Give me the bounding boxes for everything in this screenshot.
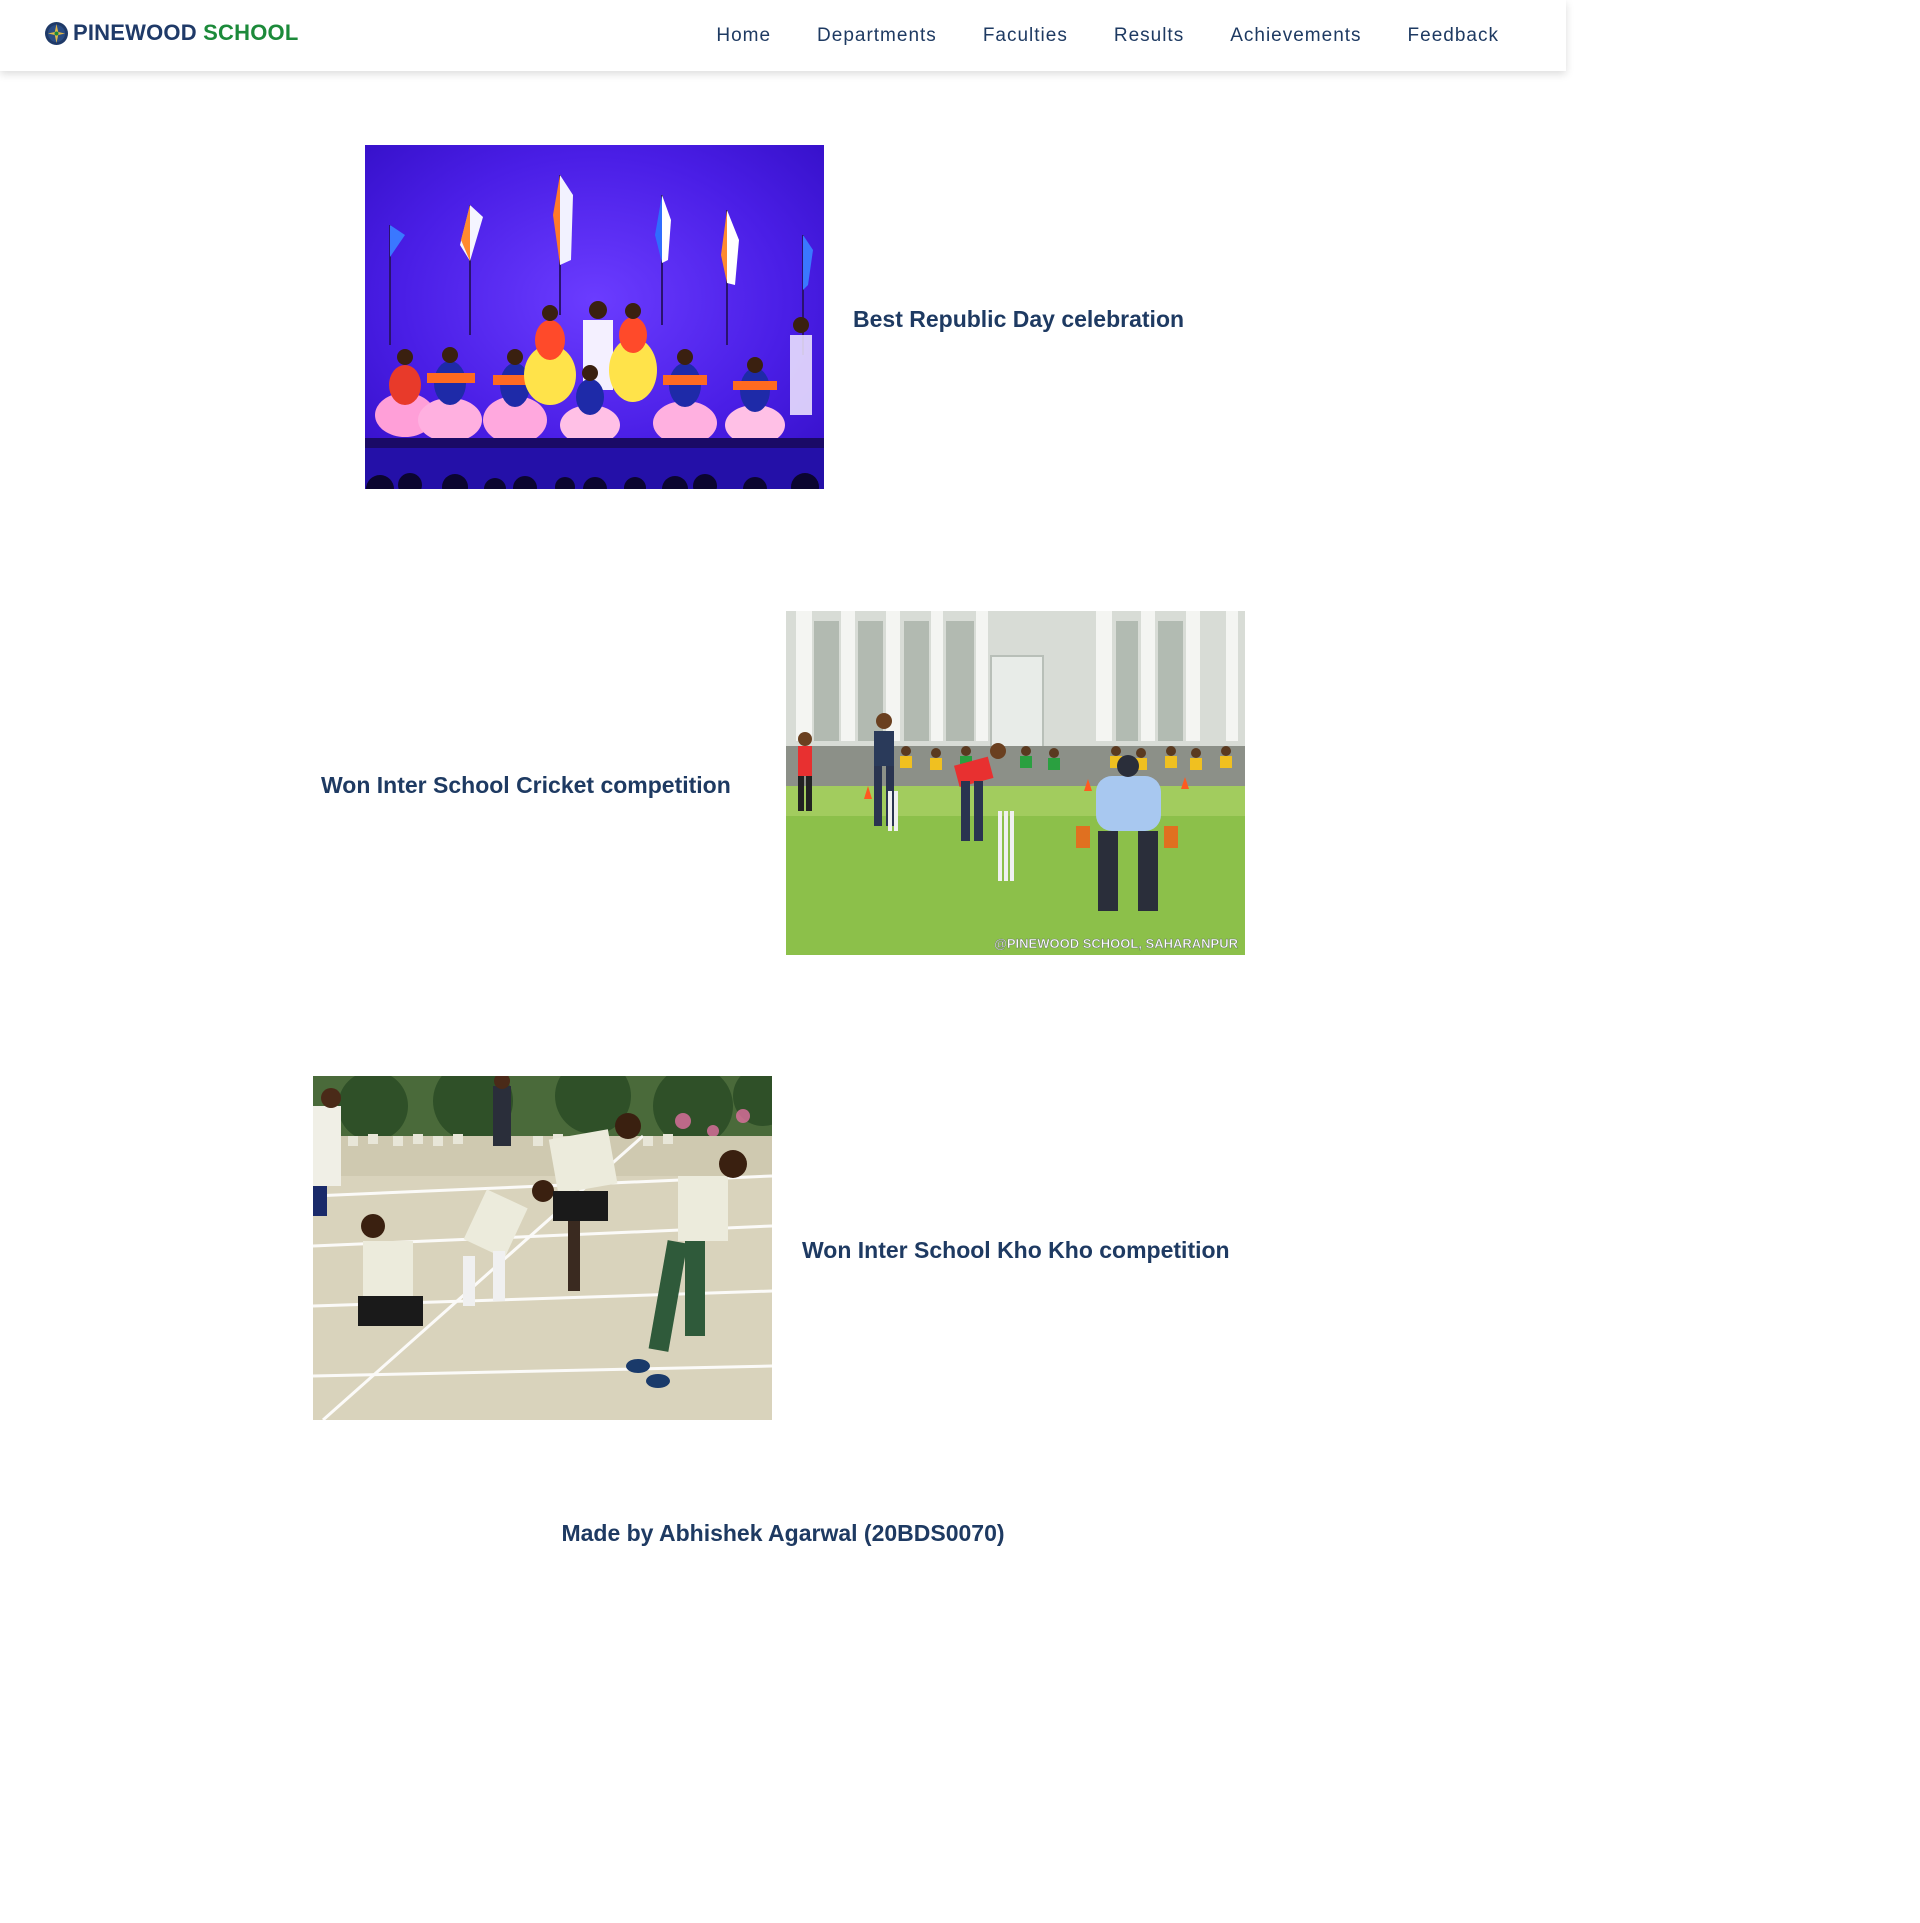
republic-day-photo: [365, 145, 824, 489]
nav-link-home[interactable]: Home: [716, 0, 771, 71]
cricket-photo-watermark: @PINEWOOD SCHOOL, SAHARANPUR: [994, 936, 1238, 951]
cricket-photo: @PINEWOOD SCHOOL, SAHARANPUR: [786, 611, 1245, 955]
achievement-caption-cricket: Won Inter School Cricket competition: [321, 772, 731, 798]
nav-link-feedback[interactable]: Feedback: [1408, 0, 1499, 71]
kho-kho-photo: [313, 1076, 772, 1420]
nav-link-faculties[interactable]: Faculties: [983, 0, 1068, 71]
nav-link-departments[interactable]: Departments: [817, 0, 937, 71]
nav-link-achievements[interactable]: Achievements: [1230, 0, 1361, 71]
brand-logo-link[interactable]: PINEWOOD SCHOOL: [44, 17, 298, 49]
achievement-caption-kho-kho: Won Inter School Kho Kho competition: [802, 1237, 1230, 1263]
navbar: PINEWOOD SCHOOL Home Departments Faculti…: [0, 0, 1566, 71]
brand-name: PINEWOOD SCHOOL: [73, 17, 298, 49]
school-crest-icon: [45, 21, 68, 45]
main-navigation: Home Departments Faculties Results Achie…: [716, 0, 1499, 71]
nav-link-results[interactable]: Results: [1114, 0, 1184, 71]
brand-name-part2: SCHOOL: [203, 20, 299, 45]
achievement-caption-republic-day: Best Republic Day celebration: [853, 306, 1185, 332]
brand-name-part1: PINEWOOD: [73, 20, 197, 45]
footer-credit: Made by Abhishek Agarwal (20BDS0070): [561, 1520, 1005, 1546]
